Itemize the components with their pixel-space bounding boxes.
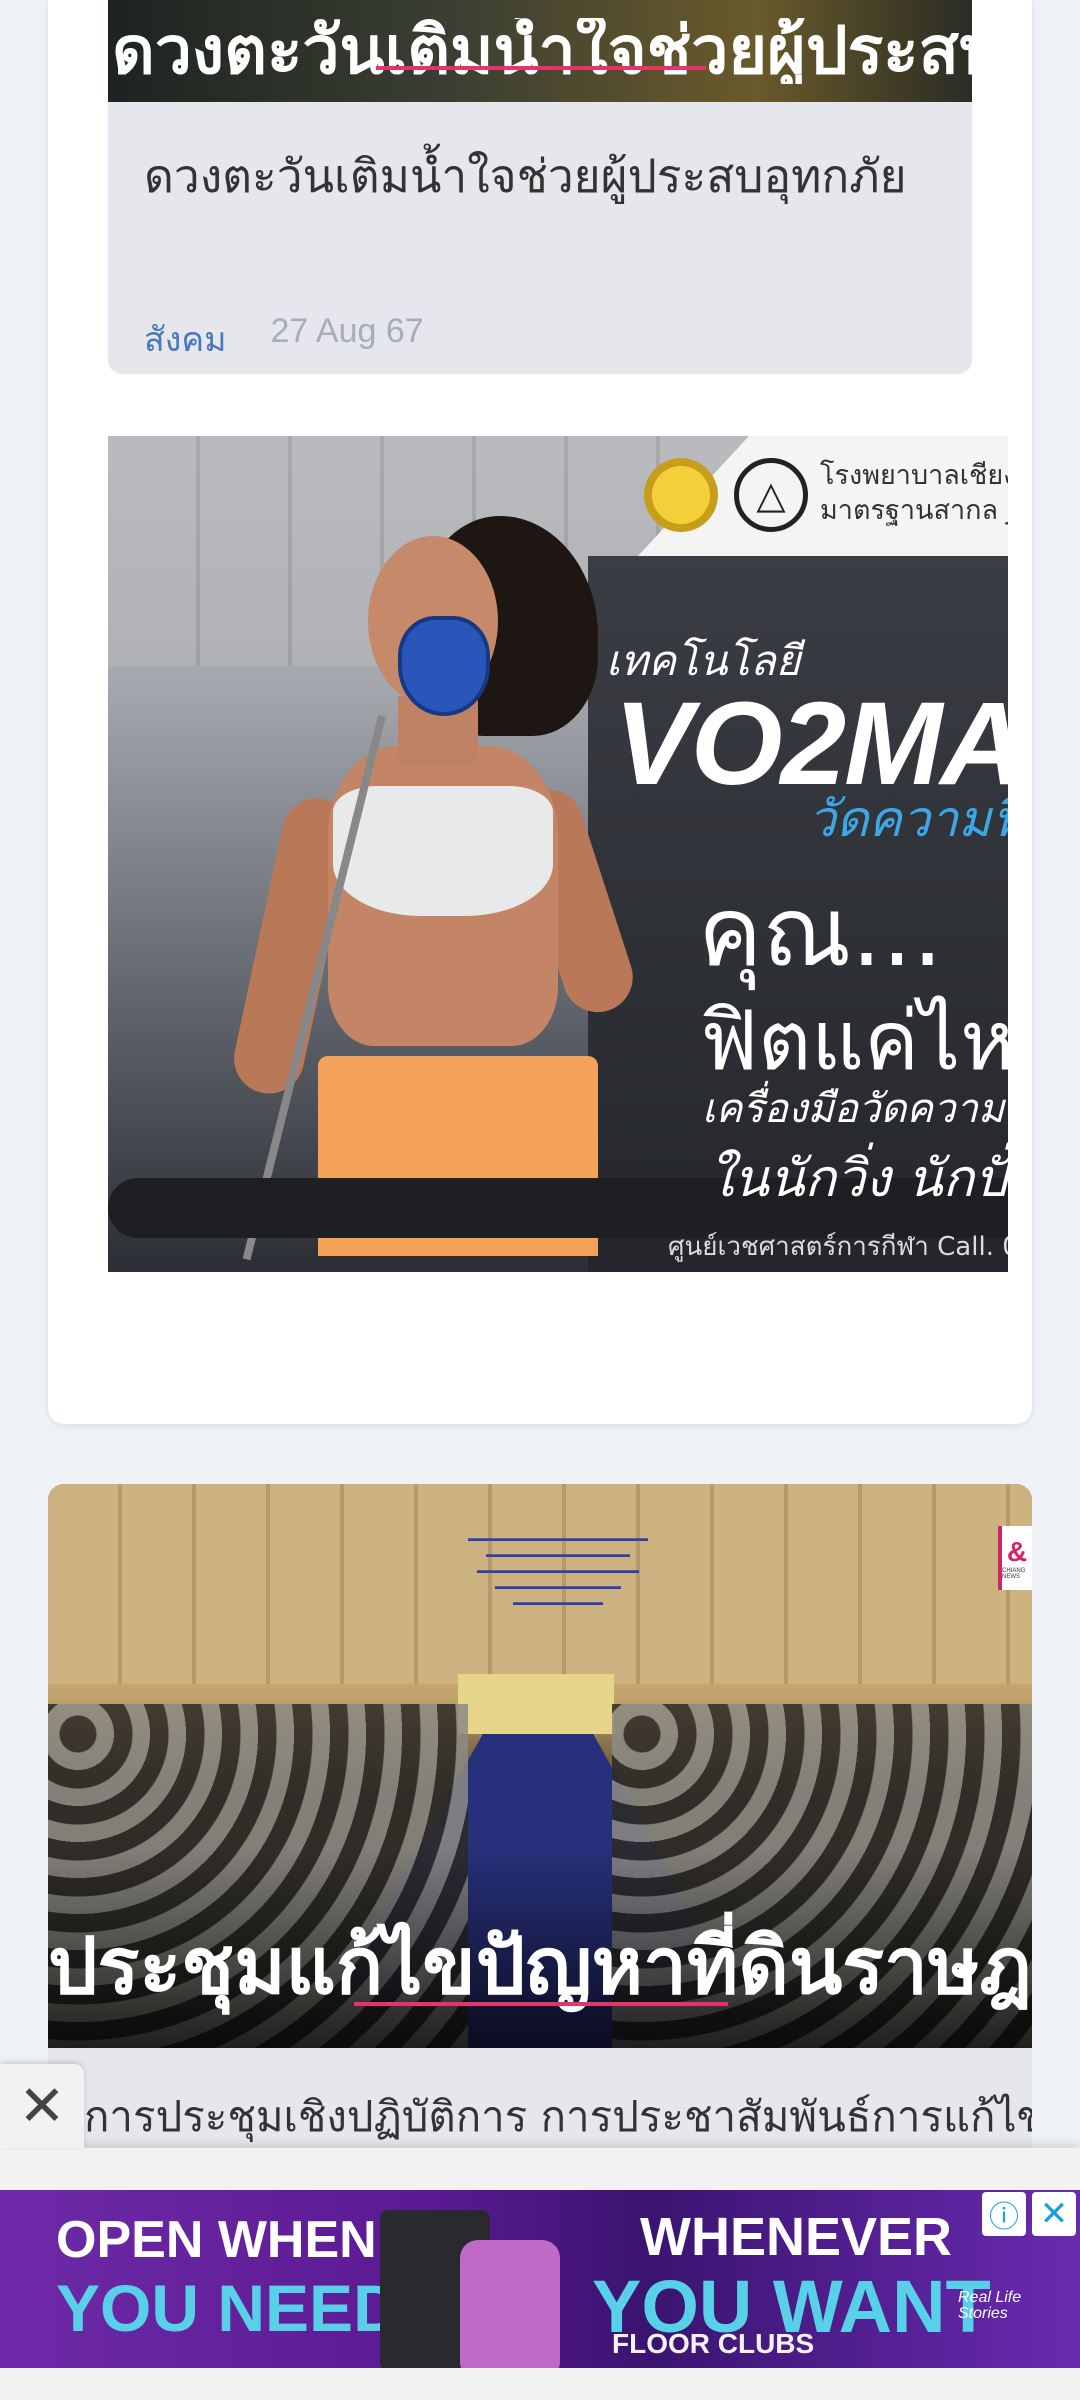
projection-screen: ▬▬▬▬▬▬▬▬▬▬▬▬▬▬▬▬▬▬▬▬ ▬▬▬▬▬▬▬▬▬▬▬▬▬▬▬▬ ▬▬▬▬… xyxy=(468,1533,648,1607)
info-icon[interactable]: ⓘ xyxy=(982,2192,1026,2236)
runner-figure xyxy=(227,496,642,1272)
title-underline xyxy=(376,66,706,70)
close-icon[interactable]: ✕ xyxy=(0,2064,84,2148)
news-photo[interactable]: ▬▬▬▬▬▬▬▬▬▬▬▬▬▬▬▬▬▬▬▬ ▬▬▬▬▬▬▬▬▬▬▬▬▬▬▬▬ ▬▬▬▬… xyxy=(48,1484,1032,2048)
ad-line-clubs: FLOOR CLUBS xyxy=(612,2328,815,2359)
news-headline[interactable]: การประชุมเชิงปฏิบัติการ การประชาสัมพันธ์… xyxy=(84,2084,1032,2150)
ad-runner-line: ในนักวิ่ง นักปั่น xyxy=(708,1149,1008,1209)
thumbnail-title: ดวงตะวันเติมน้ำใจช่วยผู้ประสบภัย xyxy=(112,18,972,84)
hospital-standard-text: มาตรฐานสากล JCI สหรั xyxy=(820,495,1008,527)
news-thumbnail[interactable]: ดวงตะวันเติมน้ำใจช่วยผู้ประสบภัย xyxy=(108,0,972,102)
news-logo: & CHIANG NEWS xyxy=(998,1526,1032,1590)
ad-line-open: OPEN WHEN xyxy=(56,2211,377,2269)
hospital-name-text: โรงพยาบาลเชียงใหม่ xyxy=(820,460,1008,491)
runner-sports-bra xyxy=(333,786,553,916)
ad-tool-text: เครื่องมือวัดความฟิต xyxy=(702,1086,1008,1132)
news-category-link[interactable]: สังคม xyxy=(144,312,227,366)
vo2-mask xyxy=(398,616,490,716)
photo-title: ประชุมแก้ไขปัญหาที่ดินราษฎร xyxy=(48,1922,1032,2012)
gold-seal-logo xyxy=(644,458,718,532)
vo2max-advertisement[interactable]: △ โรงพยาบาลเชียงใหม่ มาตรฐานสากล JCI สหร… xyxy=(108,436,1008,1272)
ad-close-icon[interactable]: ✕ xyxy=(1032,2192,1076,2236)
hospital-logo: △ xyxy=(734,458,808,532)
ad-device-hand xyxy=(460,2240,560,2368)
news-item[interactable]: ดวงตะวันเติมน้ำใจช่วยผู้ประสบภัย ดวงตะวั… xyxy=(108,0,972,374)
hospital-name: โรงพยาบาลเชียงใหม่ มาตรฐานสากล JCI สหรั xyxy=(820,458,1008,528)
title-underline xyxy=(354,2002,728,2006)
news-logo-text: CHIANG NEWS xyxy=(1002,1568,1026,1580)
news-headline[interactable]: ดวงตะวันเติมน้ำใจช่วยผู้ประสบอุทกภัย xyxy=(144,140,907,213)
ad-line-whenever: WHENEVER xyxy=(640,2207,953,2267)
stage-table xyxy=(458,1674,614,1734)
ad-contact-line: ศูนย์เวชศาสตร์การกีฬา Call. 053- xyxy=(668,1232,1008,1262)
bottom-banner-ad[interactable]: OPEN WHEN YOU NEED US WHENEVER YOU WANT … xyxy=(0,2190,1080,2368)
news-meta: สังคม 27 Aug 67 xyxy=(144,312,424,366)
news-date: 27 Aug 67 xyxy=(270,312,424,350)
ad-measure-text: วัดความฟิ xyxy=(808,790,1008,848)
ad-fit-text: ฟิตแค่ไหน xyxy=(700,994,1008,1089)
ad-brand: Real Life Stories xyxy=(958,2289,1022,2322)
ad-device-image xyxy=(380,2210,560,2368)
